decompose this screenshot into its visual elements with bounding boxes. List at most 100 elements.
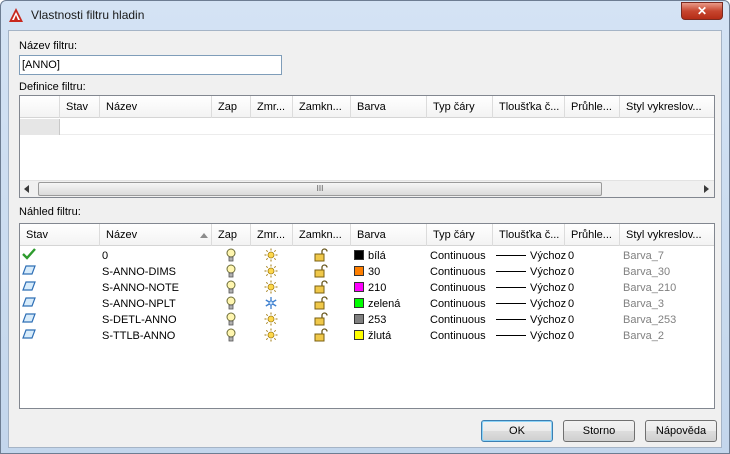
layer-lineweight[interactable]: Výchozí xyxy=(496,296,566,312)
layer-plotstyle[interactable]: Barva_7 xyxy=(623,248,714,264)
scroll-grip-icon: III xyxy=(316,184,324,193)
definition-grid[interactable]: Stav Název Zap Zmr... Zamkn... Barva Typ čáry T… xyxy=(19,95,715,198)
cancel-button[interactable]: Storno xyxy=(563,420,635,442)
layer-lineweight[interactable]: Výchozí xyxy=(496,248,566,264)
layer-plotstyle[interactable]: Barva_253 xyxy=(623,312,714,328)
preview-column-header[interactable]: Styl vykreslov... xyxy=(620,224,714,246)
layer-linetype[interactable]: Continuous xyxy=(430,328,494,344)
help-button[interactable]: Nápověda xyxy=(645,420,717,442)
layer-plotstyle[interactable]: Barva_2 xyxy=(623,328,714,344)
layer-plotstyle[interactable]: Barva_3 xyxy=(623,296,714,312)
definition-column-header[interactable]: Průhle... xyxy=(565,96,620,118)
lineweight-sample xyxy=(496,271,526,272)
layer-color[interactable]: 253 xyxy=(354,312,428,328)
preview-column-header[interactable]: Stav xyxy=(20,224,100,246)
layer-lineweight[interactable]: Výchozí xyxy=(496,280,566,296)
preview-column-header[interactable]: Zap xyxy=(212,224,251,246)
sun-icon[interactable] xyxy=(264,264,280,280)
layer-row[interactable]: S-DETL-ANNO 253 Continuous Výchozí 0 Barva_25… xyxy=(20,312,714,328)
layer-color[interactable]: zelená xyxy=(354,296,428,312)
bulb-icon[interactable] xyxy=(226,328,240,344)
color-name: 210 xyxy=(368,282,387,294)
layer-name: S-DETL-ANNO xyxy=(102,314,177,326)
filter-name-label: Název filtru: xyxy=(19,40,78,52)
sun-icon[interactable] xyxy=(264,280,280,296)
definition-horizontal-scrollbar[interactable]: III xyxy=(20,180,714,197)
close-button[interactable]: ✕ xyxy=(681,2,723,20)
layer-lineweight[interactable]: Výchozí xyxy=(496,312,566,328)
autocad-logo-icon xyxy=(9,8,23,22)
layer-lineweight[interactable]: Výchozí xyxy=(496,264,566,280)
sun-icon[interactable] xyxy=(264,312,280,328)
sun-icon[interactable] xyxy=(264,248,280,264)
layer-transparency[interactable]: 0 xyxy=(568,328,618,344)
layer-plotstyle[interactable]: Barva_210 xyxy=(623,280,714,296)
title-bar[interactable]: Vlastnosti filtru hladin ✕ xyxy=(1,1,729,29)
layer-color[interactable]: 30 xyxy=(354,264,428,280)
unlock-icon[interactable] xyxy=(314,280,330,296)
preview-column-header[interactable]: Název xyxy=(100,224,212,246)
layer-row[interactable]: S-ANNO-NPLT zelená Continuous Výchozí 0 Barva… xyxy=(20,296,714,312)
layer-linetype[interactable]: Continuous xyxy=(430,280,494,296)
definition-column-header[interactable]: Stav xyxy=(60,96,100,118)
bulb-icon[interactable] xyxy=(226,312,240,328)
sun-icon[interactable] xyxy=(264,328,280,344)
scroll-left-icon[interactable] xyxy=(23,185,31,193)
lineweight-sample xyxy=(496,287,526,288)
layer-row[interactable]: S-ANNO-DIMS 30 Continuous Výchozí 0 Barva_30 xyxy=(20,264,714,280)
layer-transparency[interactable]: 0 xyxy=(568,264,618,280)
definition-column-header[interactable]: Barva xyxy=(351,96,427,118)
definition-column-header[interactable]: Styl vykreslov... xyxy=(620,96,714,118)
preview-grid[interactable]: Stav Název Zap Zmr... Zamkn... Barva Typ čáry T… xyxy=(19,223,715,409)
layer-transparency[interactable]: 0 xyxy=(568,280,618,296)
layer-color[interactable]: žlutá xyxy=(354,328,428,344)
ok-button[interactable]: OK xyxy=(481,420,553,442)
unlock-icon[interactable] xyxy=(314,312,330,328)
layer-color[interactable]: 210 xyxy=(354,280,428,296)
layer-linetype[interactable]: Continuous xyxy=(430,296,494,312)
layer-row[interactable]: S-TTLB-ANNO žlutá Continuous Výchozí 0 Barva_… xyxy=(20,328,714,344)
preview-column-header[interactable]: Tloušťka č... xyxy=(493,224,565,246)
preview-column-header[interactable]: Typ čáry xyxy=(427,224,493,246)
layer-linetype[interactable]: Continuous xyxy=(430,312,494,328)
bulb-icon[interactable] xyxy=(226,248,240,264)
color-name: 30 xyxy=(368,266,381,278)
scroll-right-icon[interactable] xyxy=(702,185,710,193)
definition-column-header[interactable]: Zmr... xyxy=(251,96,293,118)
unlock-icon[interactable] xyxy=(314,264,330,280)
layer-row[interactable]: S-ANNO-NOTE 210 Continuous Výchozí 0 Barva_21… xyxy=(20,280,714,296)
preview-column-header[interactable]: Průhle... xyxy=(565,224,620,246)
layer-linetype[interactable]: Continuous xyxy=(430,264,494,280)
definition-row-header-corner xyxy=(20,96,60,118)
color-swatch xyxy=(354,266,364,276)
bulb-icon[interactable] xyxy=(226,264,240,280)
layer-transparency[interactable]: 0 xyxy=(568,296,618,312)
lineweight-value: Výchozí xyxy=(530,282,566,294)
bulb-icon[interactable] xyxy=(226,296,240,312)
layer-transparency[interactable]: 0 xyxy=(568,312,618,328)
layer-lineweight[interactable]: Výchozí xyxy=(496,328,566,344)
definition-scroll-thumb[interactable]: III xyxy=(38,182,602,196)
bulb-icon[interactable] xyxy=(226,280,240,296)
layer-color[interactable]: bílá xyxy=(354,248,428,264)
snowflake-icon[interactable] xyxy=(264,296,280,312)
definition-column-header[interactable]: Název xyxy=(100,96,212,118)
definition-column-header[interactable]: Tloušťka č... xyxy=(493,96,565,118)
lineweight-sample xyxy=(496,255,526,256)
unlock-icon[interactable] xyxy=(314,248,330,264)
layer-linetype[interactable]: Continuous xyxy=(430,248,494,264)
unlock-icon[interactable] xyxy=(314,328,330,344)
layer-plotstyle[interactable]: Barva_30 xyxy=(623,264,714,280)
definition-column-header[interactable]: Zap xyxy=(212,96,251,118)
unlock-icon[interactable] xyxy=(314,296,330,312)
preview-column-header[interactable]: Zmr... xyxy=(251,224,293,246)
preview-column-header[interactable]: Barva xyxy=(351,224,427,246)
preview-column-header[interactable]: Zamkn... xyxy=(293,224,351,246)
layer-row[interactable]: 0 bílá Continuous Výchozí 0 Barva_7 xyxy=(20,248,714,264)
layer-transparency[interactable]: 0 xyxy=(568,248,618,264)
definition-column-header[interactable]: Zamkn... xyxy=(293,96,351,118)
definition-row-selector[interactable] xyxy=(20,119,60,135)
definition-column-header[interactable]: Typ čáry xyxy=(427,96,493,118)
filter-name-input[interactable] xyxy=(19,55,282,75)
definition-empty-row[interactable] xyxy=(20,119,714,135)
